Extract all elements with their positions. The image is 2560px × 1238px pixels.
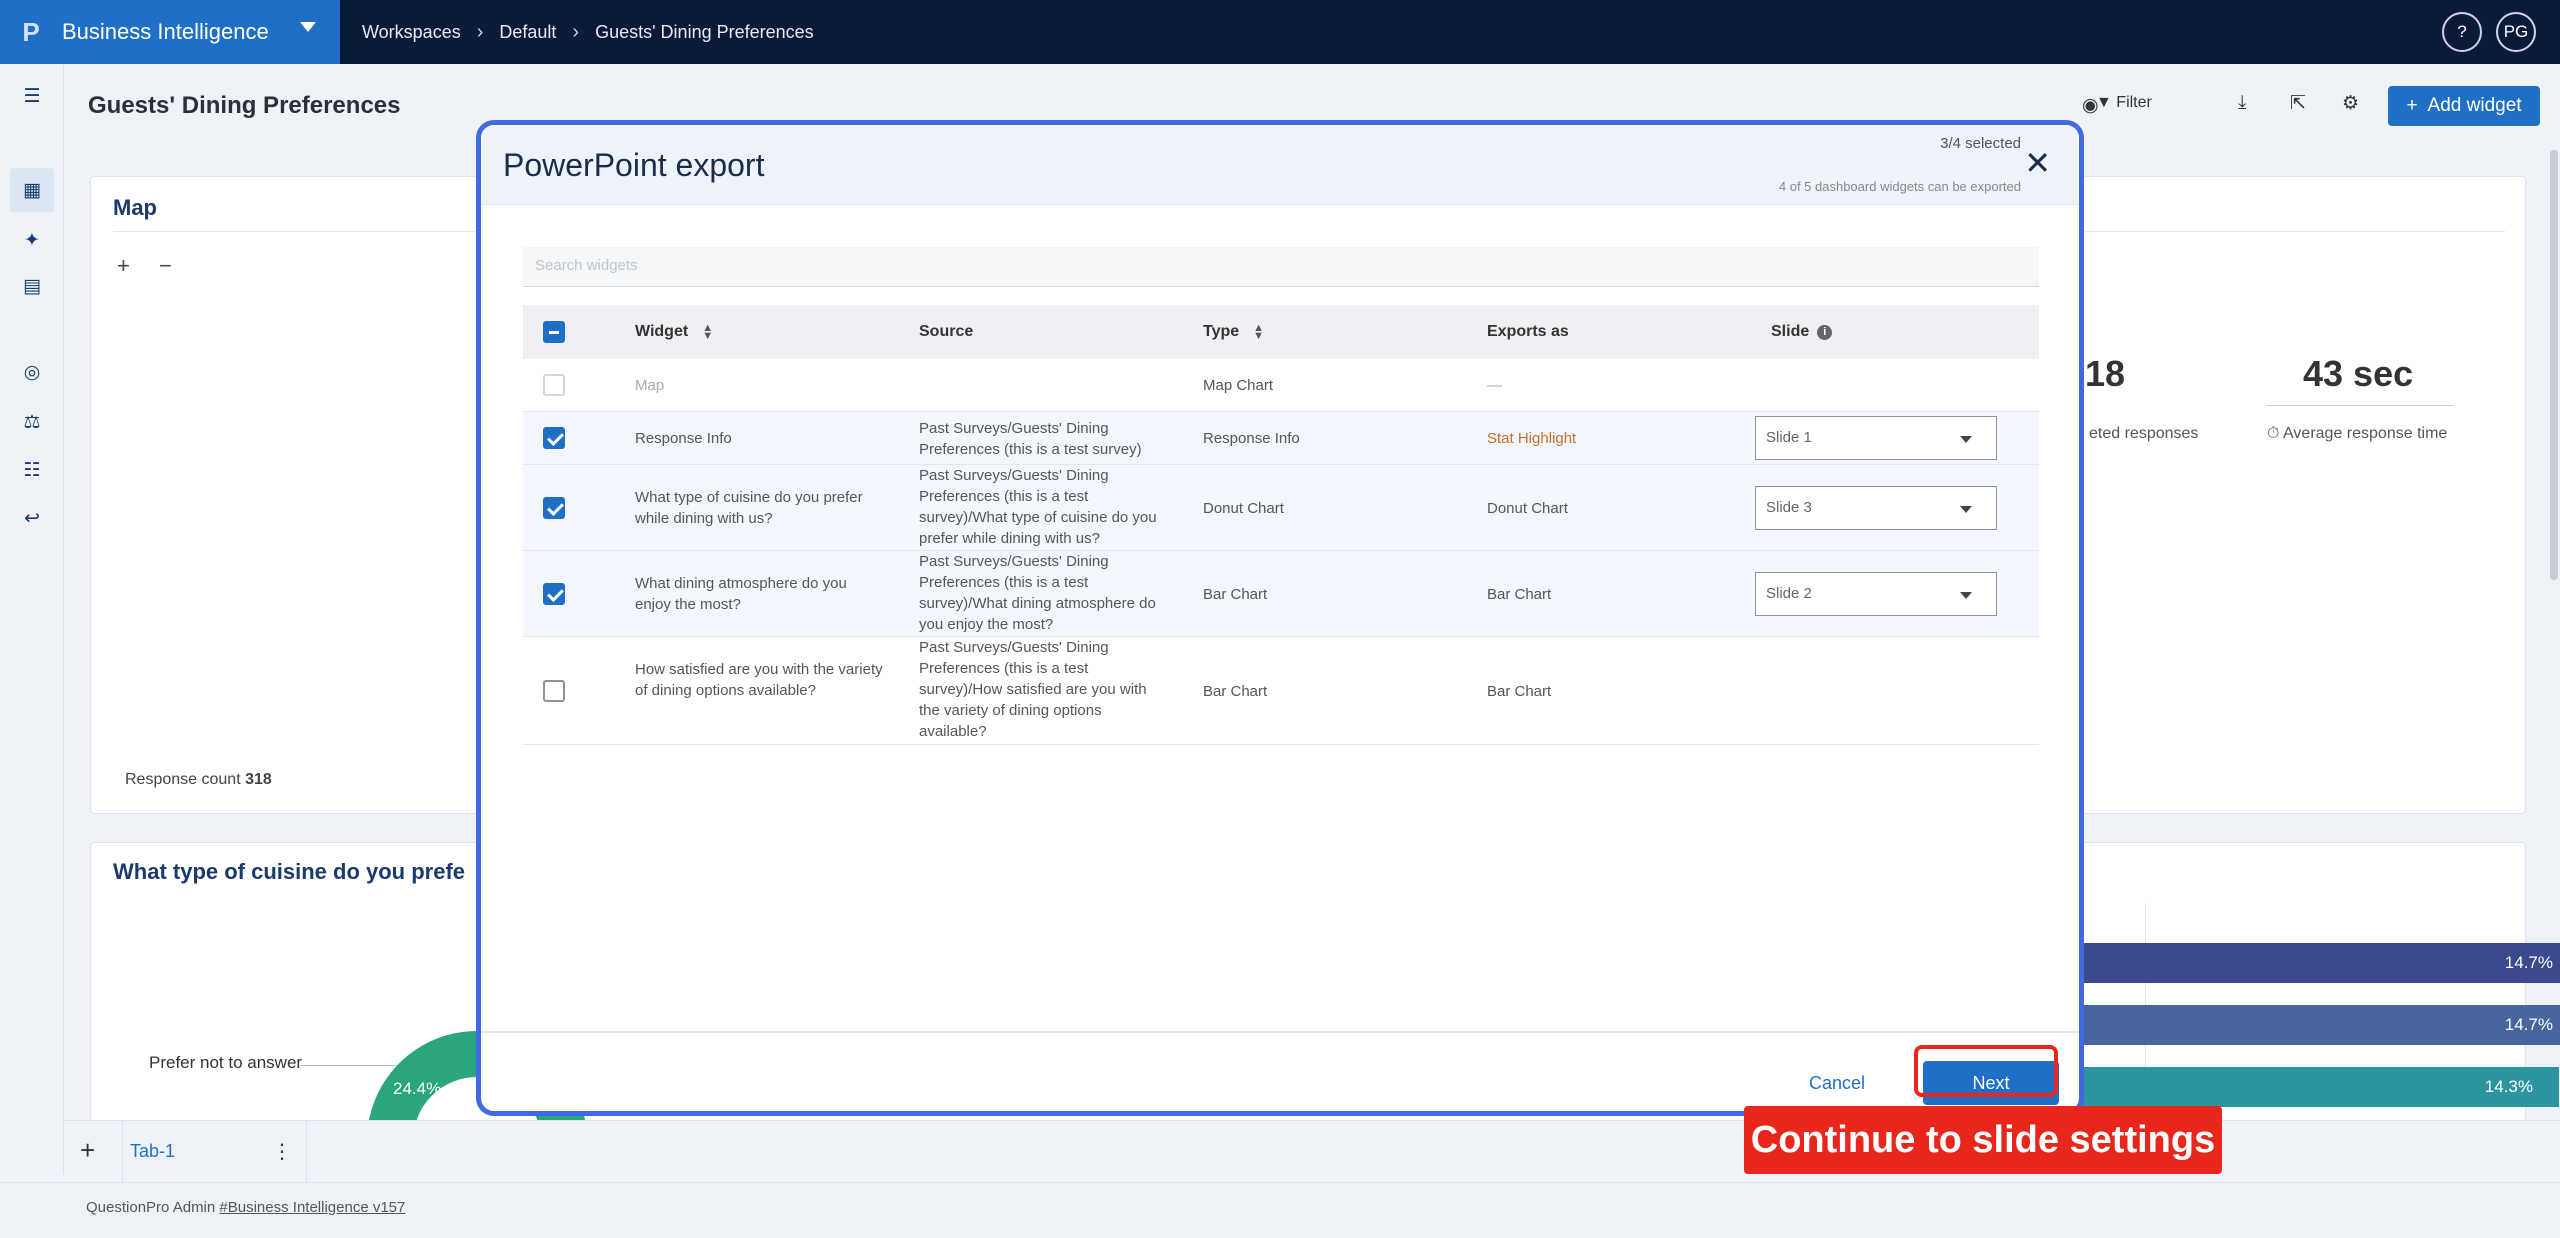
exports-as: Stat Highlight [1487, 430, 1577, 447]
sort-icon[interactable]: ▲ ▼ [702, 322, 713, 341]
exports-as: Bar Chart [1487, 586, 1552, 603]
help-icon[interactable]: ? [2442, 12, 2482, 52]
widget-type: Response Info [1203, 430, 1300, 447]
widget-source: Past Surveys/Guests' Dining Preferences … [919, 639, 1147, 740]
chevron-down-icon [300, 22, 316, 32]
widgets-table: Widget ▲ ▼ Source Type ▲ ▼ Exports as Slide i… [523, 305, 2039, 745]
table-header: Widget ▲ ▼ Source Type ▲ ▼ Exports as Slide i [523, 305, 2039, 359]
avatar[interactable]: PG [2496, 12, 2536, 52]
exports-as: — [1487, 377, 1502, 394]
row-checkbox[interactable] [543, 497, 565, 519]
top-bar: P Business Intelligence Workspaces › Def… [0, 0, 2560, 64]
breadcrumb-default[interactable]: Default [499, 22, 556, 43]
table-row: What type of cuisine do you prefer while… [523, 465, 2039, 551]
column-source: Source [919, 323, 974, 340]
annotation-callout: Continue to slide settings [1744, 1106, 2222, 1174]
widget-type: Map Chart [1203, 377, 1274, 394]
column-type[interactable]: Type ▲ ▼ [1203, 322, 1264, 341]
widget-name: How satisfied are you with the variety o… [635, 661, 883, 699]
exports-as: Donut Chart [1487, 500, 1568, 517]
widget-name: Map [635, 377, 665, 394]
slide-select[interactable]: Slide 3 [1755, 486, 1997, 530]
widget-source: Past Surveys/Guests' Dining Preferences … [919, 553, 1156, 633]
chevron-right-icon: › [572, 20, 580, 43]
export-note: 4 of 5 dashboard widgets can be exported [1778, 179, 2021, 194]
widget-name: What type of cuisine do you prefer while… [635, 489, 863, 527]
app-name: Business Intelligence [62, 19, 269, 44]
selected-count: 3/4 selected [1940, 135, 2021, 152]
exports-as: Bar Chart [1487, 683, 1552, 700]
widget-name: Response Info [635, 430, 732, 447]
widget-source: Past Surveys/Guests' Dining Preferences … [919, 420, 1142, 458]
dialog-footer: Cancel Next [481, 1031, 2079, 1111]
sort-icon[interactable]: ▲ ▼ [1253, 322, 1264, 341]
column-exports-as: Exports as [1487, 323, 1569, 340]
breadcrumb-current: Guests' Dining Preferences [595, 21, 814, 42]
row-checkbox[interactable] [543, 427, 565, 449]
breadcrumb: Workspaces › Default › Guests' Dining Pr… [362, 0, 814, 64]
table-row: What dining atmosphere do you enjoy the … [523, 551, 2039, 637]
app-logo: P [22, 16, 40, 47]
row-checkbox[interactable] [543, 583, 565, 605]
search-widgets-input[interactable]: Search widgets [523, 247, 2039, 287]
column-slide: Slide i [1771, 323, 1833, 341]
close-icon[interactable]: ✕ [2024, 147, 2051, 179]
powerpoint-export-dialog: PowerPoint export 3/4 selected 4 of 5 da… [476, 120, 2084, 1116]
caret-down-icon [1960, 592, 1972, 599]
caret-down-icon [1960, 436, 1972, 443]
widget-type: Bar Chart [1203, 586, 1268, 603]
column-widget[interactable]: Widget ▲ ▼ [635, 322, 713, 341]
cancel-button[interactable]: Cancel [1809, 1073, 1865, 1094]
caret-down-icon [1960, 506, 1972, 513]
dialog-title: PowerPoint export [503, 147, 765, 183]
row-checkbox [543, 374, 565, 396]
slide-select[interactable]: Slide 2 [1755, 572, 1997, 616]
widget-type: Donut Chart [1203, 500, 1284, 517]
row-checkbox[interactable] [543, 680, 565, 702]
table-row: How satisfied are you with the variety o… [523, 637, 2039, 745]
select-all-checkbox[interactable] [543, 321, 565, 343]
dialog-header: PowerPoint export 3/4 selected 4 of 5 da… [481, 125, 2079, 205]
widget-name: What dining atmosphere do you enjoy the … [635, 575, 847, 613]
app-switcher[interactable]: P Business Intelligence [0, 0, 340, 64]
chevron-right-icon: › [476, 20, 484, 43]
breadcrumb-workspaces[interactable]: Workspaces [362, 22, 461, 43]
slide-select[interactable]: Slide 1 [1755, 416, 1997, 460]
widget-type: Bar Chart [1203, 683, 1268, 700]
next-button-highlight [1914, 1045, 2058, 1097]
table-row: Response Info Past Surveys/Guests' Dinin… [523, 412, 2039, 465]
info-icon[interactable]: i [1817, 325, 1833, 340]
table-row: Map Map Chart — [523, 359, 2039, 412]
widget-source: Past Surveys/Guests' Dining Preferences … [919, 467, 1157, 547]
